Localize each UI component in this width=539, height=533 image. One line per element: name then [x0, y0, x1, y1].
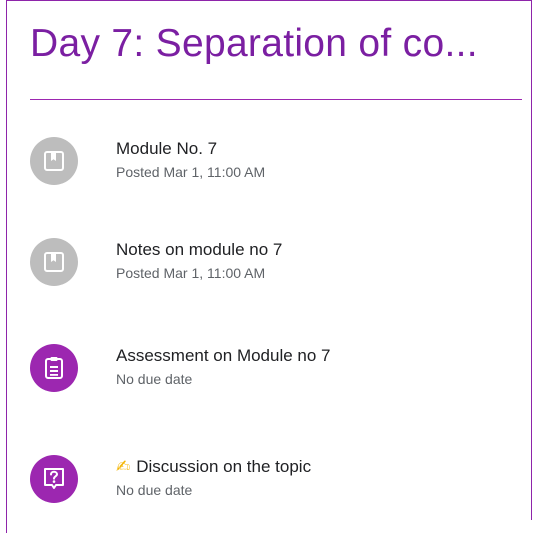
card-border-left — [6, 0, 7, 533]
classwork-item-notes[interactable]: Notes on module no 7 Posted Mar 1, 11:00… — [30, 238, 510, 298]
book-icon — [30, 238, 78, 286]
item-title: Module No. 7 — [116, 139, 218, 158]
item-title: Assessment on Module no 7 — [116, 346, 331, 365]
item-due-date: No due date — [116, 482, 193, 498]
book-icon — [30, 137, 78, 185]
topic-title[interactable]: Day 7: Separation of co... — [30, 22, 478, 66]
question-icon — [30, 455, 78, 503]
writing-hand-icon: ✍ — [116, 457, 131, 477]
item-due-date: No due date — [116, 371, 193, 387]
topic-card: Day 7: Separation of co... Module No. 7 … — [0, 0, 539, 533]
item-posted-date: Posted Mar 1, 11:00 AM — [116, 164, 266, 180]
title-divider — [30, 99, 522, 100]
clipboard-icon — [30, 344, 78, 392]
item-title: ✍ Discussion on the topic — [116, 457, 311, 477]
item-posted-date: Posted Mar 1, 11:00 AM — [116, 265, 266, 281]
item-title: Notes on module no 7 — [116, 240, 283, 259]
classwork-item-assessment[interactable]: Assessment on Module no 7 No due date — [30, 344, 510, 404]
item-title-text: Discussion on the topic — [136, 457, 312, 476]
card-border-right — [531, 0, 532, 520]
card-border-top — [6, 0, 532, 1]
classwork-item-discussion[interactable]: ✍ Discussion on the topic No due date — [30, 455, 510, 515]
classwork-item-module[interactable]: Module No. 7 Posted Mar 1, 11:00 AM — [30, 137, 510, 197]
